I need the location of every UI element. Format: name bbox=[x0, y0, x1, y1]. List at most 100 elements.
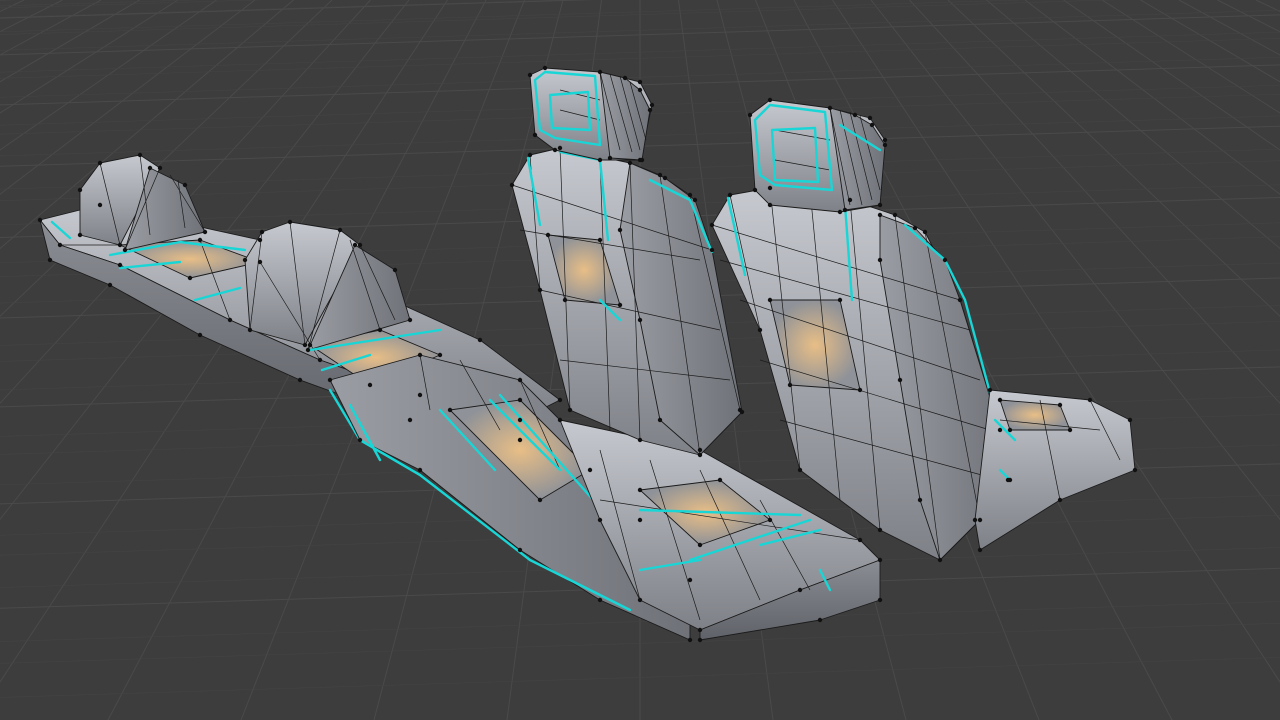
mesh-vertex[interactable] bbox=[182, 182, 188, 188]
mesh-vertex[interactable] bbox=[709, 222, 715, 228]
mesh-vertex[interactable] bbox=[537, 497, 543, 503]
mesh-vertex[interactable] bbox=[867, 115, 873, 121]
mesh-vertex[interactable] bbox=[892, 212, 898, 218]
mesh-vertex[interactable] bbox=[997, 427, 1003, 433]
mesh-vertex[interactable] bbox=[357, 242, 363, 248]
mesh-vertex[interactable] bbox=[617, 227, 623, 233]
mesh-vertex[interactable] bbox=[917, 497, 923, 503]
mesh-vertex[interactable] bbox=[852, 112, 858, 118]
mesh-vertex[interactable] bbox=[157, 165, 163, 171]
mesh-vertex[interactable] bbox=[597, 237, 603, 243]
mesh-vertex[interactable] bbox=[305, 347, 311, 353]
mesh-vertex[interactable] bbox=[527, 152, 533, 158]
mesh-vertex[interactable] bbox=[37, 217, 43, 223]
mesh-vertex[interactable] bbox=[57, 242, 63, 248]
mesh-vertex[interactable] bbox=[307, 342, 313, 348]
mesh-vertex[interactable] bbox=[392, 267, 398, 273]
mesh-vertex[interactable] bbox=[747, 112, 753, 118]
mesh-vertex[interactable] bbox=[869, 122, 875, 128]
mesh-vertex[interactable] bbox=[827, 105, 833, 111]
mesh-vertex[interactable] bbox=[637, 79, 643, 85]
mesh-vertex[interactable] bbox=[897, 377, 903, 383]
mesh-vertex[interactable] bbox=[649, 102, 655, 108]
mesh-vertex[interactable] bbox=[657, 417, 663, 423]
mesh-vertex[interactable] bbox=[202, 229, 208, 235]
mesh-vertex[interactable] bbox=[957, 297, 963, 303]
mesh-vertex[interactable] bbox=[697, 627, 703, 633]
mesh-vertex[interactable] bbox=[922, 229, 928, 235]
mesh-vertex[interactable] bbox=[122, 247, 128, 253]
mesh-vertex[interactable] bbox=[797, 587, 803, 593]
mesh-vertex[interactable] bbox=[797, 467, 803, 473]
mesh-vertex[interactable] bbox=[877, 527, 883, 533]
mesh-vertex[interactable] bbox=[937, 557, 943, 563]
mesh-vertex[interactable] bbox=[622, 75, 628, 81]
mesh-vertex[interactable] bbox=[597, 157, 603, 163]
mesh-vertex[interactable] bbox=[257, 237, 263, 243]
mesh-vertex[interactable] bbox=[417, 392, 423, 398]
mesh-vertex[interactable] bbox=[767, 517, 773, 523]
mesh-vertex[interactable] bbox=[647, 107, 653, 113]
mesh-vertex[interactable] bbox=[117, 242, 123, 248]
mesh-vertex[interactable] bbox=[552, 147, 558, 153]
mesh-vertex[interactable] bbox=[687, 577, 693, 583]
mesh-vertex[interactable] bbox=[877, 212, 883, 218]
mesh-vertex[interactable] bbox=[597, 517, 603, 523]
mesh-vertex[interactable] bbox=[687, 637, 693, 643]
mesh-vertex[interactable] bbox=[692, 197, 698, 203]
mesh-vertex[interactable] bbox=[407, 317, 413, 323]
mesh-vertex[interactable] bbox=[557, 417, 563, 423]
mesh-vertex[interactable] bbox=[597, 597, 603, 603]
mesh-vertex[interactable] bbox=[542, 65, 548, 71]
mesh-vertex[interactable] bbox=[697, 452, 703, 458]
mesh-vertex[interactable] bbox=[1057, 497, 1063, 503]
mesh-vertex[interactable] bbox=[639, 157, 645, 163]
seat-mesh-right[interactable] bbox=[711, 99, 1136, 561]
mesh-vertex[interactable] bbox=[617, 302, 623, 308]
mesh-vertex[interactable] bbox=[417, 352, 423, 358]
mesh-vertex[interactable] bbox=[607, 155, 613, 161]
mesh-vertex[interactable] bbox=[537, 287, 543, 293]
mesh-vertex[interactable] bbox=[1057, 402, 1063, 408]
mesh-vertex[interactable] bbox=[1067, 427, 1073, 433]
mesh-vertex[interactable] bbox=[662, 175, 668, 181]
mesh-vertex[interactable] bbox=[597, 69, 603, 75]
mesh-vertex[interactable] bbox=[302, 342, 308, 348]
mesh-vertex[interactable] bbox=[877, 257, 883, 263]
mesh-vertex[interactable] bbox=[557, 145, 563, 151]
mesh-vertex[interactable] bbox=[352, 242, 358, 248]
mesh-vertex[interactable] bbox=[437, 352, 443, 358]
mesh-vertex[interactable] bbox=[147, 165, 153, 171]
mesh-vertex[interactable] bbox=[242, 257, 248, 263]
mesh-vertex[interactable] bbox=[977, 547, 983, 553]
mesh-vertex[interactable] bbox=[337, 227, 343, 233]
mesh-vertex[interactable] bbox=[767, 202, 773, 208]
mesh-vertex[interactable] bbox=[767, 297, 773, 303]
mesh-vertex[interactable] bbox=[407, 417, 413, 423]
mesh-vertex[interactable] bbox=[297, 377, 303, 383]
mesh-vertex[interactable] bbox=[637, 317, 643, 323]
mesh-vertex[interactable] bbox=[739, 409, 745, 415]
mesh-vertex[interactable] bbox=[1005, 477, 1011, 483]
viewport-canvas[interactable] bbox=[0, 0, 1280, 720]
mesh-vertex[interactable] bbox=[517, 417, 523, 423]
mesh-vertex[interactable] bbox=[767, 97, 773, 103]
mesh-vertex[interactable] bbox=[447, 407, 453, 413]
mesh-vertex[interactable] bbox=[567, 407, 573, 413]
mesh-vertex[interactable] bbox=[637, 517, 643, 523]
mesh-vertex[interactable] bbox=[709, 247, 715, 253]
3d-viewport[interactable] bbox=[0, 0, 1280, 720]
mesh-vertex[interactable] bbox=[77, 232, 83, 238]
mesh-vertex[interactable] bbox=[377, 327, 383, 333]
mesh-vertex[interactable] bbox=[77, 187, 83, 193]
mesh-vertex[interactable] bbox=[327, 377, 333, 383]
mesh-vertex[interactable] bbox=[787, 382, 793, 388]
mesh-vertex[interactable] bbox=[912, 225, 918, 231]
mesh-vertex[interactable] bbox=[587, 467, 593, 473]
mesh-vertex[interactable] bbox=[317, 357, 323, 363]
mesh-vertex[interactable] bbox=[197, 332, 203, 338]
mesh-vertex[interactable] bbox=[287, 219, 293, 225]
mesh-vertex[interactable] bbox=[137, 152, 143, 158]
mesh-vertex[interactable] bbox=[97, 160, 103, 166]
mesh-vertex[interactable] bbox=[627, 160, 633, 166]
